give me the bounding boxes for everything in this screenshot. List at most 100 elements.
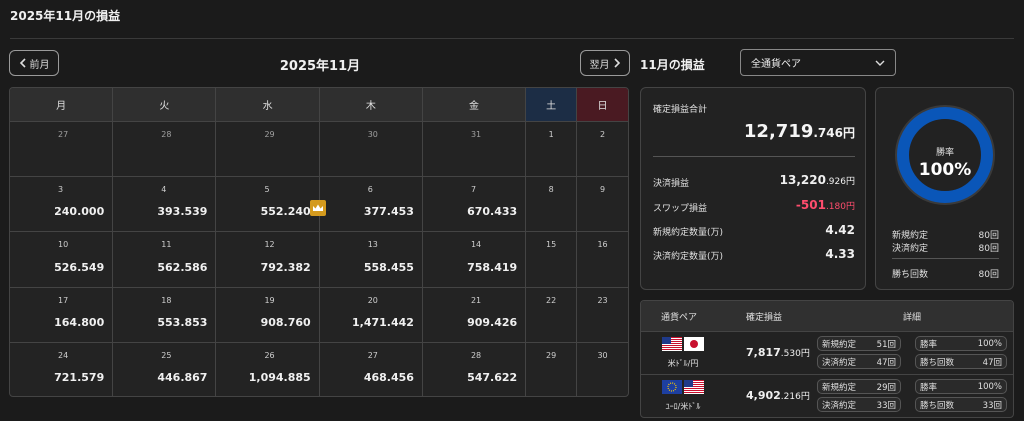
calendar-day-cell[interactable]: 20 1,471.442 [320, 287, 423, 342]
swap-pnl-value: -501.180円 [796, 198, 855, 212]
day-number: 1 [548, 130, 554, 139]
calendar-day-cell[interactable]: 10 526.549 [10, 232, 114, 287]
win-rate-chip: 勝率 100% [915, 336, 1007, 351]
day-number: 16 [597, 240, 608, 250]
calendar-week-row: 10 526.549 11 562.586 12 792.382 13 558.455 14 75… [10, 231, 628, 287]
calendar-day-cell[interactable]: 7 670.433 [423, 177, 527, 232]
calendar-week-row: 17 164.800 18 553.853 19 908.760 20 1,471.442 21… [10, 286, 628, 342]
day-pnl-value: 393.539 [157, 205, 208, 219]
calendar-day-cell[interactable]: 21 909.426 [423, 287, 527, 342]
calendar-day-cell[interactable]: 22 [526, 287, 578, 342]
weekday-mon: 月 [10, 88, 114, 121]
total-pnl-value: 12,719.746円 [744, 121, 855, 142]
calendar-day-cell[interactable]: 29 [216, 122, 320, 177]
chip-value: 33回 [982, 400, 1002, 411]
day-number: 5 [264, 185, 270, 195]
calendar-day-cell[interactable]: 3 240.000 [10, 177, 114, 232]
calendar-day-cell[interactable]: 11 562.586 [113, 232, 217, 287]
day-number: 3 [58, 185, 64, 195]
currency-pair-select[interactable]: 全通貨ペア [740, 49, 896, 76]
pair-profit-int: 4,902 [746, 389, 781, 402]
weekday-sat: 土 [526, 88, 578, 121]
calendar-day-cell[interactable]: 28 [113, 122, 217, 177]
pair-profit-unit: 円 [800, 392, 810, 402]
pair-table-body: 米ﾄﾞﾙ/円 7,817.530円 新規約定 51回 勝率 100% 決済約定 47回 勝ち回数… [641, 331, 1013, 417]
weekday-fri: 金 [423, 88, 527, 121]
calendar-day-cell[interactable]: 30 [577, 343, 628, 396]
calendar-day-cell[interactable]: 29 [526, 342, 578, 396]
settle-pnl-int: 13,220 [779, 173, 826, 187]
calendar-body: 27 28 29 30 31 1 2 3 240.000 4 393.539 5 552.240 6 377… [10, 121, 628, 396]
calendar-day-cell[interactable]: 27 [10, 122, 114, 177]
next-month-button[interactable]: 翌月 [580, 50, 630, 76]
day-pnl-value: 240.000 [54, 205, 105, 219]
calendar-day-cell[interactable]: 17 164.800 [10, 287, 114, 342]
total-pnl-int: 12,719 [743, 121, 814, 142]
chip-value: 100% [977, 338, 1002, 349]
calendar-day-cell[interactable]: 31 [423, 122, 527, 177]
profit-col-header: 確定損益 [746, 312, 783, 323]
day-pnl-value: 446.867 [157, 370, 208, 384]
calendar-day-cell[interactable]: 30 [320, 122, 423, 177]
day-number: 17 [58, 295, 69, 305]
new-trades-chip: 新規約定 51回 [817, 336, 901, 351]
calendar-day-cell[interactable]: 5 552.240 [216, 177, 320, 232]
day-number: 25 [161, 350, 172, 360]
us-flag-icon [662, 336, 682, 355]
page-title: 2025年11月の損益 [10, 9, 121, 23]
settle-trades-chip: 決済約定 47回 [817, 354, 901, 369]
calendar-day-cell[interactable]: 27 468.456 [320, 342, 423, 396]
calendar-day-cell[interactable]: 19 908.760 [216, 287, 320, 342]
rate-wins-label: 勝ち回数 [892, 270, 929, 280]
prev-month-button[interactable]: 前月 [9, 50, 59, 76]
calendar-day-cell[interactable]: 28 547.622 [423, 342, 527, 396]
day-number: 14 [470, 240, 482, 250]
pnl-calendar: 月 火 水 木 金 土 日 27 28 29 30 31 1 2 3 240.000 4 393.5… [9, 87, 629, 397]
chip-value: 51回 [876, 339, 896, 350]
day-number: 27 [58, 130, 69, 139]
calendar-day-cell[interactable]: 24 721.579 [10, 342, 114, 396]
win-rate-ring: 勝率 100% [895, 105, 995, 205]
jp-flag-icon [684, 336, 704, 355]
calendar-day-cell[interactable]: 23 [577, 288, 628, 342]
day-number: 13 [367, 240, 378, 250]
day-number: 6 [367, 185, 373, 195]
calendar-day-cell[interactable]: 18 553.853 [113, 287, 217, 342]
total-pnl-label: 確定損益合計 [653, 105, 708, 115]
calendar-day-cell[interactable]: 14 758.419 [423, 232, 527, 287]
crown-icon [310, 200, 326, 216]
swap-pnl-int: -501 [795, 198, 826, 212]
calendar-day-cell[interactable]: 4 393.539 [113, 177, 217, 232]
weekday-wed: 水 [216, 88, 320, 121]
rate-wins-count: 80回 [978, 270, 999, 280]
calendar-day-cell[interactable]: 1 [526, 122, 578, 177]
weekday-tue: 火 [113, 88, 217, 121]
calendar-day-cell[interactable]: 26 1,094.885 [216, 342, 320, 396]
calendar-day-cell[interactable]: 9 [577, 177, 628, 231]
day-number: 10 [58, 240, 69, 250]
settle-qty-value: 4.33 [825, 247, 855, 261]
title-divider [10, 38, 1014, 39]
settle-pnl-label: 決済損益 [653, 179, 690, 189]
rate-new-count: 80回 [978, 231, 999, 241]
calendar-day-cell[interactable]: 15 [526, 232, 578, 287]
day-pnl-value: 562.586 [157, 260, 208, 274]
day-pnl-value: 758.419 [467, 260, 518, 274]
calendar-day-cell[interactable]: 12 792.382 [216, 232, 320, 287]
day-number: 9 [600, 185, 606, 195]
calendar-day-cell[interactable]: 25 446.867 [113, 342, 217, 396]
calendar-day-cell[interactable]: 16 [577, 232, 628, 286]
chevron-down-icon [875, 60, 885, 66]
calendar-week-row: 24 721.579 25 446.867 26 1,094.885 27 468.456 28… [10, 341, 628, 396]
calendar-day-cell[interactable]: 2 [577, 122, 628, 176]
rate-new-row: 新規約定 80回 [892, 228, 999, 241]
calendar-day-cell[interactable]: 8 [526, 177, 578, 232]
calendar-day-cell[interactable]: 13 558.455 [320, 232, 423, 287]
day-number: 15 [546, 240, 557, 250]
weekday-sun: 日 [577, 88, 628, 121]
win-rate-label: 勝率 [935, 148, 954, 158]
summary-title: 11月の損益 [640, 58, 705, 72]
chip-label: 勝率 [920, 339, 938, 350]
new-qty-value: 4.42 [825, 223, 855, 237]
calendar-day-cell[interactable]: 6 377.453 [320, 177, 423, 232]
